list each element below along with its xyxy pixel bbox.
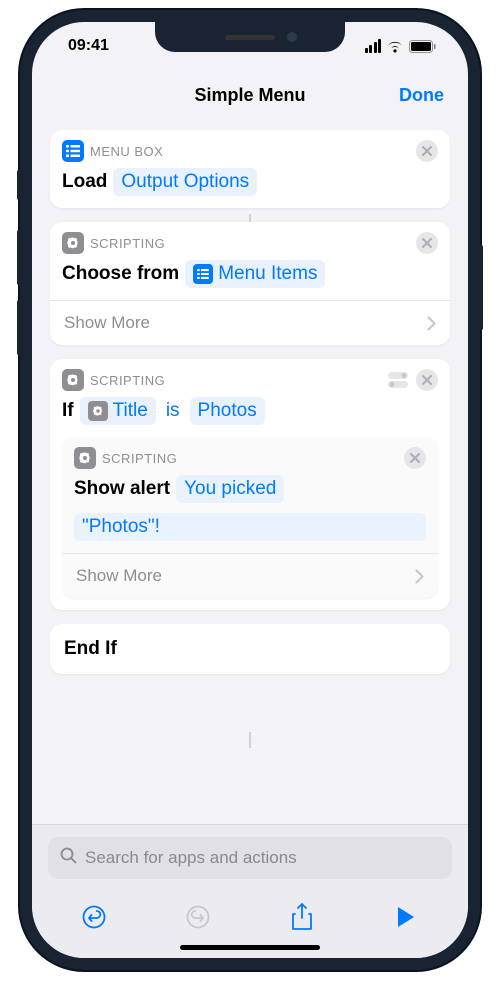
action-label: If [62,400,74,422]
share-button[interactable] [284,899,320,935]
run-button[interactable] [388,899,424,935]
show-more-button[interactable]: Show More [50,300,450,345]
token-label: Menu Items [218,263,317,285]
power-button [479,245,483,330]
scripting-app-icon [74,447,96,469]
screen: 09:41 Simple Menu Done [32,22,468,958]
battery-icon [409,40,436,53]
token-label: Title [113,400,148,422]
delete-action-button[interactable] [416,232,438,254]
show-more-label: Show More [64,313,150,333]
action-card-choose[interactable]: SCRIPTING Choose from Menu Items [50,222,450,345]
volume-down [17,300,21,355]
chevron-right-icon [427,316,436,331]
workflow-content: MENU BOX Load Output Options [32,120,468,674]
end-if-label: End If [50,624,450,674]
delete-action-button[interactable] [416,369,438,391]
chevron-right-icon [415,569,424,584]
page-title: Simple Menu [194,85,305,106]
cellular-signal-icon [365,39,382,53]
bottom-panel: Search for apps and actions [32,824,468,958]
variable-token-menu-items[interactable]: Menu Items [185,260,325,288]
wifi-icon [386,40,404,53]
action-app-name: SCRIPTING [90,236,165,251]
phone-frame: 09:41 Simple Menu Done [20,10,480,970]
show-more-button[interactable]: Show More [62,553,438,598]
variable-token-title[interactable]: Title [80,397,156,425]
parameter-token[interactable]: Output Options [113,168,257,196]
scripting-app-icon [88,401,108,421]
action-app-name: MENU BOX [90,144,163,159]
action-app-name: SCRIPTING [90,373,165,388]
action-card-end-if[interactable]: End If [50,624,450,674]
action-card-if[interactable]: SCRIPTING If [50,359,450,610]
done-button[interactable]: Done [399,85,444,106]
search-icon [60,847,77,869]
home-indicator[interactable] [180,945,320,950]
delete-action-button[interactable] [416,140,438,162]
action-label: Show alert [74,478,170,500]
show-more-label: Show More [76,566,162,586]
action-label: Choose from [62,263,179,285]
status-time: 09:41 [68,37,109,55]
notch [155,22,345,52]
action-app-name: SCRIPTING [102,451,177,466]
scripting-app-icon [62,232,84,254]
search-field[interactable]: Search for apps and actions [48,837,452,879]
action-card-load[interactable]: MENU BOX Load Output Options [50,130,450,208]
speaker-grille [225,35,275,40]
menu-box-app-icon [193,264,213,284]
scripting-app-icon [62,369,84,391]
front-camera [287,32,297,42]
volume-up [17,230,21,285]
action-label: Load [62,171,107,193]
nav-bar: Simple Menu Done [32,70,468,120]
connector-line [249,732,251,748]
undo-button[interactable] [76,899,112,935]
alert-message-token[interactable]: You picked [176,475,284,503]
value-token[interactable]: Photos [190,397,265,425]
status-indicators [365,39,437,53]
mute-switch [17,170,21,200]
alert-message-token-2[interactable]: "Photos"! [74,513,426,541]
delete-action-button[interactable] [404,447,426,469]
menu-box-app-icon [62,140,84,162]
operator-token[interactable]: is [162,397,184,425]
toggle-icon[interactable] [386,371,410,389]
search-placeholder: Search for apps and actions [85,848,297,868]
action-card-show-alert[interactable]: SCRIPTING Show alert You picked "Photos"… [62,437,438,598]
toolbar [32,891,468,939]
redo-button[interactable] [180,899,216,935]
